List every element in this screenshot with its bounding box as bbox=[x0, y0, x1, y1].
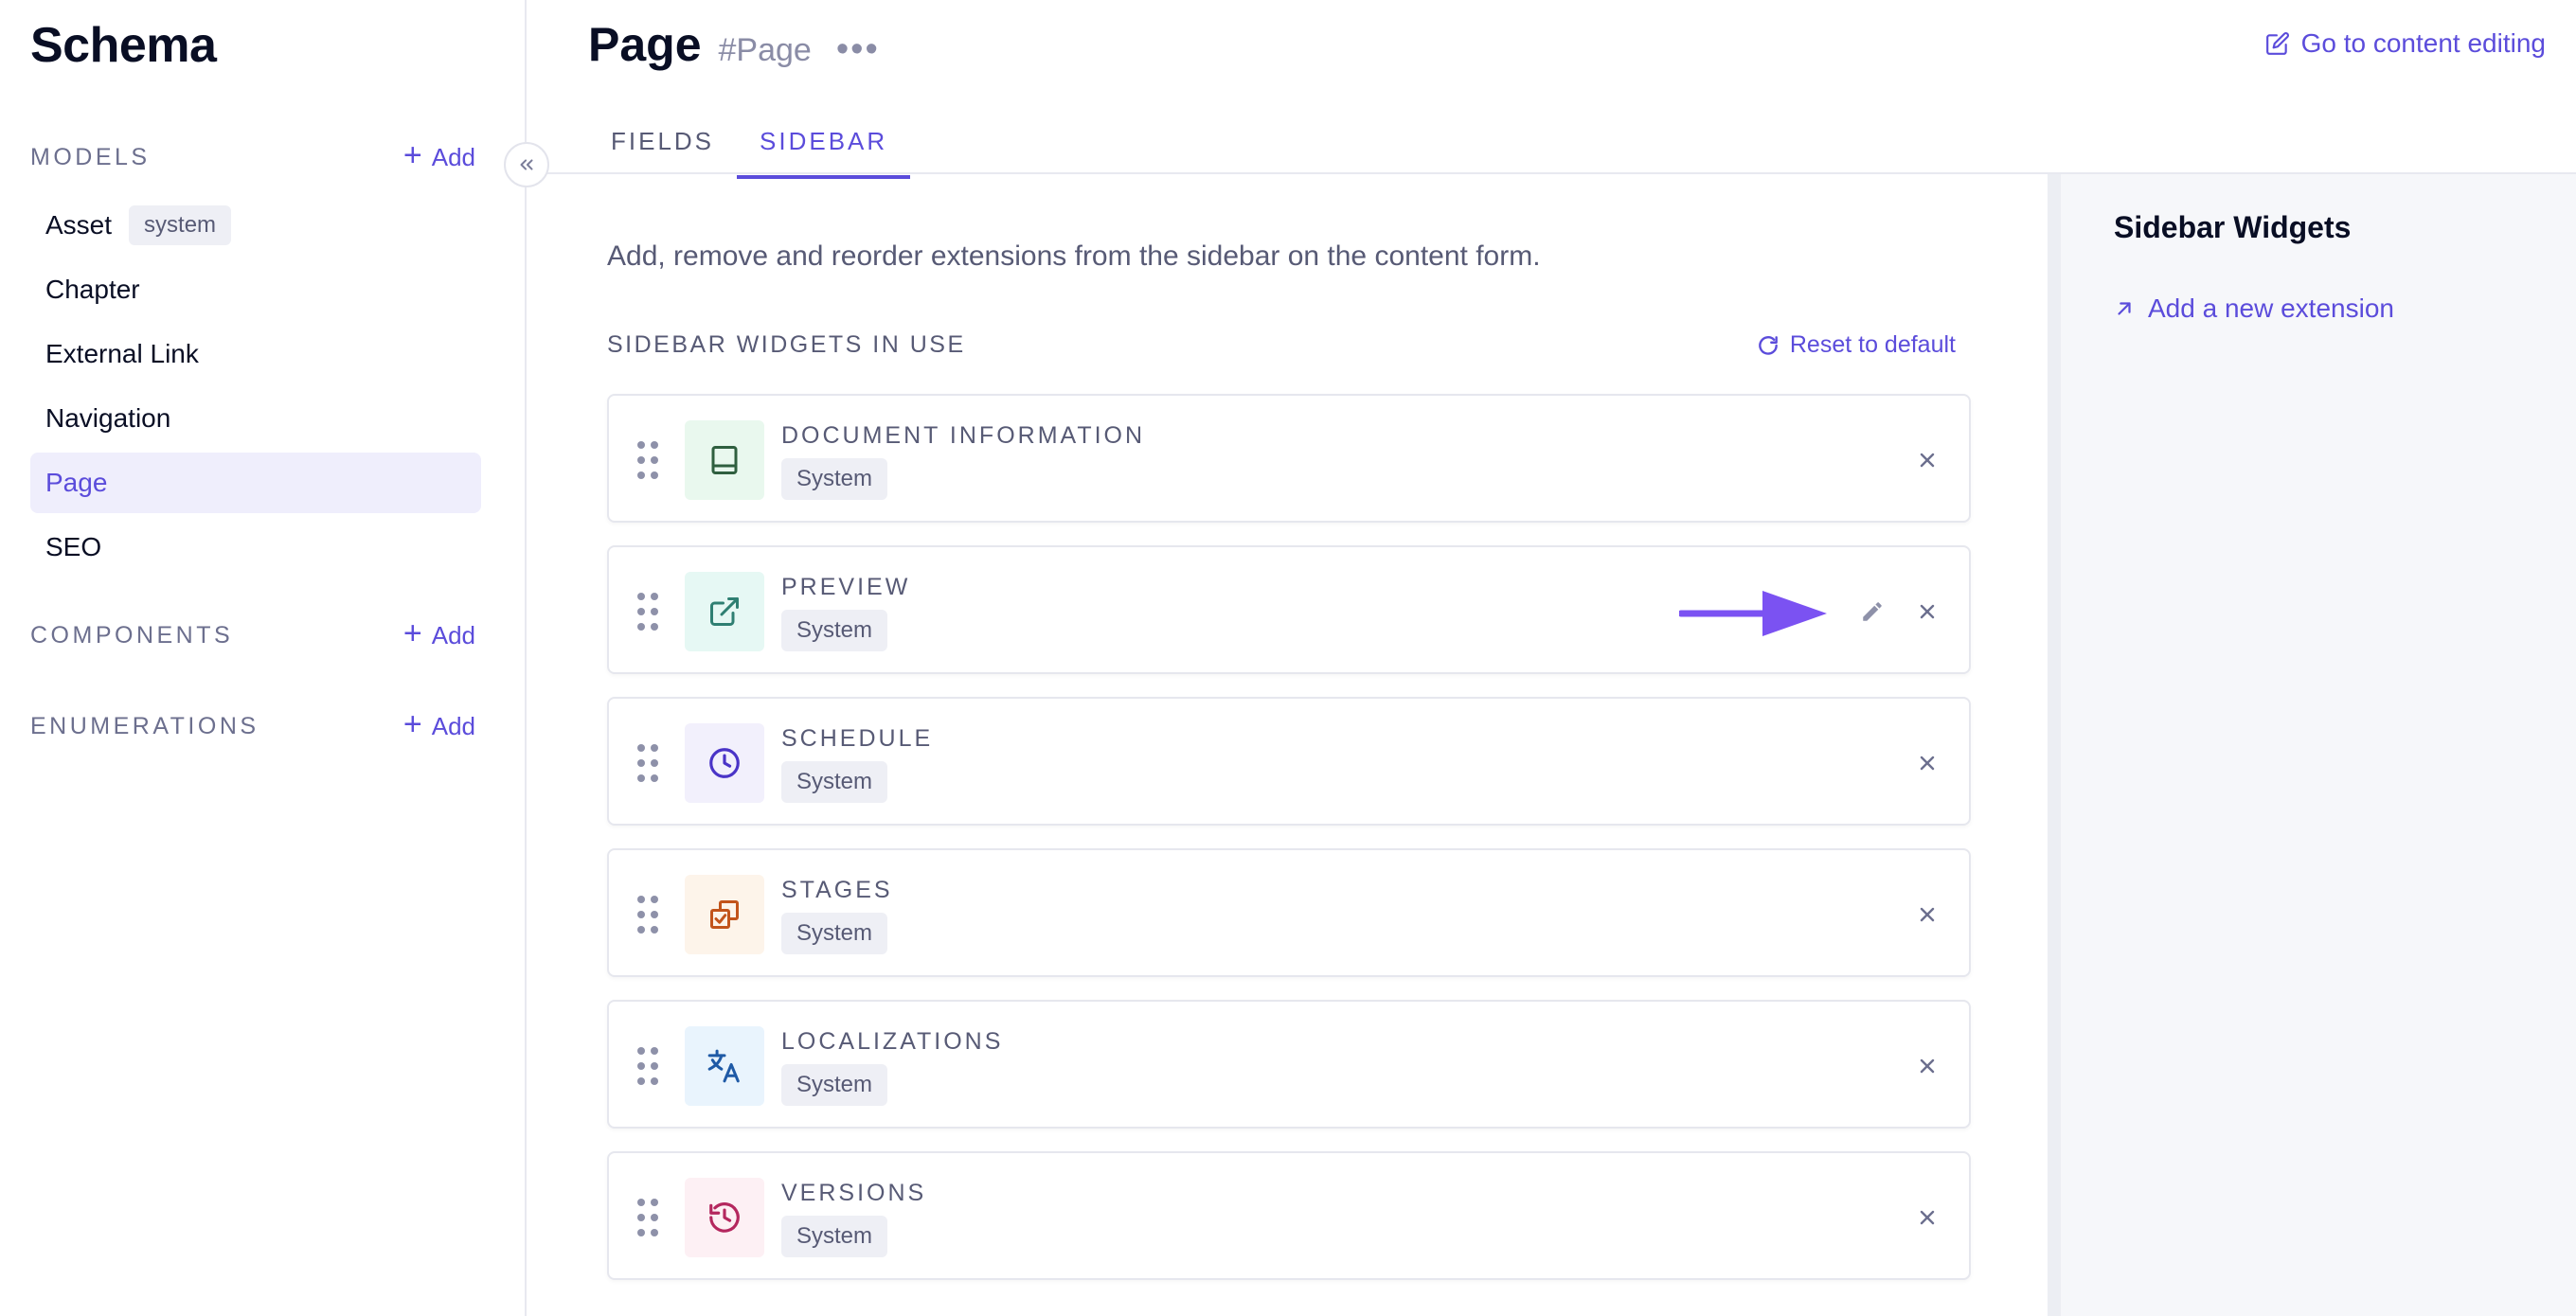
drag-handle-icon[interactable] bbox=[637, 1047, 660, 1085]
tab-fields[interactable]: FIELDS bbox=[588, 116, 737, 179]
plus-icon: + bbox=[402, 706, 422, 742]
sidebar-item-navigation[interactable]: Navigation bbox=[30, 388, 481, 449]
arrow-up-right-icon bbox=[2118, 302, 2131, 315]
double-chevron-left-icon bbox=[520, 159, 533, 170]
enumerations-label: ENUMERATIONS bbox=[30, 712, 259, 739]
more-options-icon[interactable]: ••• bbox=[836, 29, 880, 70]
schema-sidebar: Schema MODELS + Add Asset system Chapter… bbox=[0, 0, 527, 1316]
close-icon bbox=[1920, 1058, 1935, 1074]
book-icon bbox=[711, 446, 738, 474]
widget-icon-tile bbox=[685, 572, 764, 651]
refresh-icon bbox=[1759, 335, 1778, 355]
api-id: #Page bbox=[718, 32, 812, 68]
components-section-header: COMPONENTS + Add bbox=[30, 616, 475, 654]
tab-bar: FIELDS SIDEBAR bbox=[588, 116, 911, 179]
remove-widget-button[interactable] bbox=[1908, 1047, 1946, 1085]
close-icon bbox=[1920, 756, 1935, 771]
remove-widget-button[interactable] bbox=[1908, 441, 1946, 479]
sidebar-item-seo[interactable]: SEO bbox=[30, 517, 481, 578]
pencil-icon bbox=[1863, 602, 1882, 621]
widget-card-versions: VERSIONS System bbox=[607, 1151, 1971, 1280]
sidebar-description: Add, remove and reorder extensions from … bbox=[607, 240, 1541, 272]
close-icon bbox=[1920, 604, 1935, 619]
widgets-in-use-header: SIDEBAR WIDGETS IN USE Reset to default bbox=[607, 331, 1956, 359]
drag-handle-icon[interactable] bbox=[637, 744, 660, 782]
models-label: MODELS bbox=[30, 143, 151, 170]
reset-to-default-button[interactable]: Reset to default bbox=[1756, 331, 1956, 359]
widget-card-stages: STAGES System bbox=[607, 848, 1971, 977]
clock-icon bbox=[709, 748, 740, 778]
system-badge: System bbox=[781, 458, 888, 500]
translate-icon bbox=[707, 1049, 740, 1083]
edit-widget-button[interactable] bbox=[1853, 593, 1891, 631]
sidebar-item-external-link[interactable]: External Link bbox=[30, 324, 481, 384]
widget-name: VERSIONS bbox=[781, 1180, 927, 1206]
add-component-button[interactable]: + Add bbox=[403, 617, 475, 650]
close-icon bbox=[1920, 907, 1935, 922]
edit-square-icon bbox=[2265, 32, 2289, 55]
go-to-content-editing-link[interactable]: Go to content editing bbox=[2265, 28, 2546, 59]
widget-card-localizations: LOCALIZATIONS System bbox=[607, 1000, 1971, 1129]
add-model-button[interactable]: + Add bbox=[403, 139, 475, 172]
remove-widget-button[interactable] bbox=[1908, 896, 1946, 934]
external-link-icon bbox=[710, 597, 739, 626]
add-new-extension-link[interactable]: Add a new extension bbox=[2114, 293, 2394, 324]
system-badge: System bbox=[781, 1216, 888, 1257]
drag-handle-icon[interactable] bbox=[637, 896, 660, 934]
schema-title: Schema bbox=[30, 18, 217, 73]
page-header: Page #Page ••• bbox=[588, 17, 880, 72]
widget-icon-tile bbox=[685, 1026, 764, 1106]
collapse-sidebar-button[interactable] bbox=[504, 142, 549, 187]
widget-name: SCHEDULE bbox=[781, 725, 934, 752]
widget-card-schedule: SCHEDULE System bbox=[607, 697, 1971, 826]
widgets-in-use-label: SIDEBAR WIDGETS IN USE bbox=[607, 331, 966, 358]
system-badge: system bbox=[129, 205, 232, 245]
plus-icon: + bbox=[402, 615, 422, 651]
remove-widget-button[interactable] bbox=[1908, 744, 1946, 782]
system-badge: System bbox=[781, 761, 888, 803]
widget-icon-tile bbox=[685, 723, 764, 803]
enumerations-section-header: ENUMERATIONS + Add bbox=[30, 707, 475, 745]
tab-sidebar[interactable]: SIDEBAR bbox=[737, 116, 911, 179]
widget-name: DOCUMENT INFORMATION bbox=[781, 422, 1146, 449]
add-enumeration-button[interactable]: + Add bbox=[403, 708, 475, 741]
drag-handle-icon[interactable] bbox=[637, 593, 660, 631]
close-icon bbox=[1920, 453, 1935, 468]
history-icon bbox=[709, 1202, 740, 1233]
widget-name: STAGES bbox=[781, 877, 893, 903]
system-badge: System bbox=[781, 610, 888, 651]
annotation-arrow bbox=[1679, 591, 1827, 636]
drag-handle-icon[interactable] bbox=[637, 441, 660, 479]
stages-icon bbox=[710, 900, 739, 929]
plus-icon: + bbox=[402, 137, 422, 173]
sidebar-item-asset[interactable]: Asset system bbox=[30, 195, 481, 256]
sidebar-item-page[interactable]: Page bbox=[30, 453, 481, 513]
system-badge: System bbox=[781, 913, 888, 954]
close-icon bbox=[1920, 1210, 1935, 1225]
remove-widget-button[interactable] bbox=[1908, 1199, 1946, 1236]
widget-name: PREVIEW bbox=[781, 574, 911, 600]
models-section-header: MODELS + Add bbox=[30, 138, 475, 176]
components-label: COMPONENTS bbox=[30, 621, 234, 649]
remove-widget-button[interactable] bbox=[1908, 593, 1946, 631]
widget-icon-tile bbox=[685, 1178, 764, 1257]
widget-name: LOCALIZATIONS bbox=[781, 1028, 1004, 1055]
widget-icon-tile bbox=[685, 875, 764, 954]
panel-title: Sidebar Widgets bbox=[2114, 210, 2352, 244]
widget-icon-tile bbox=[685, 420, 764, 500]
widget-card-preview: PREVIEW System bbox=[607, 545, 1971, 674]
drag-handle-icon[interactable] bbox=[637, 1199, 660, 1236]
sidebar-widgets-panel: Sidebar Widgets Add a new extension bbox=[2048, 174, 2576, 1316]
system-badge: System bbox=[781, 1064, 888, 1106]
widget-card-document-information: DOCUMENT INFORMATION System bbox=[607, 394, 1971, 523]
page-title: Page bbox=[588, 18, 702, 71]
sidebar-item-chapter[interactable]: Chapter bbox=[30, 259, 481, 320]
model-list: Asset system Chapter External Link Navig… bbox=[30, 195, 481, 581]
